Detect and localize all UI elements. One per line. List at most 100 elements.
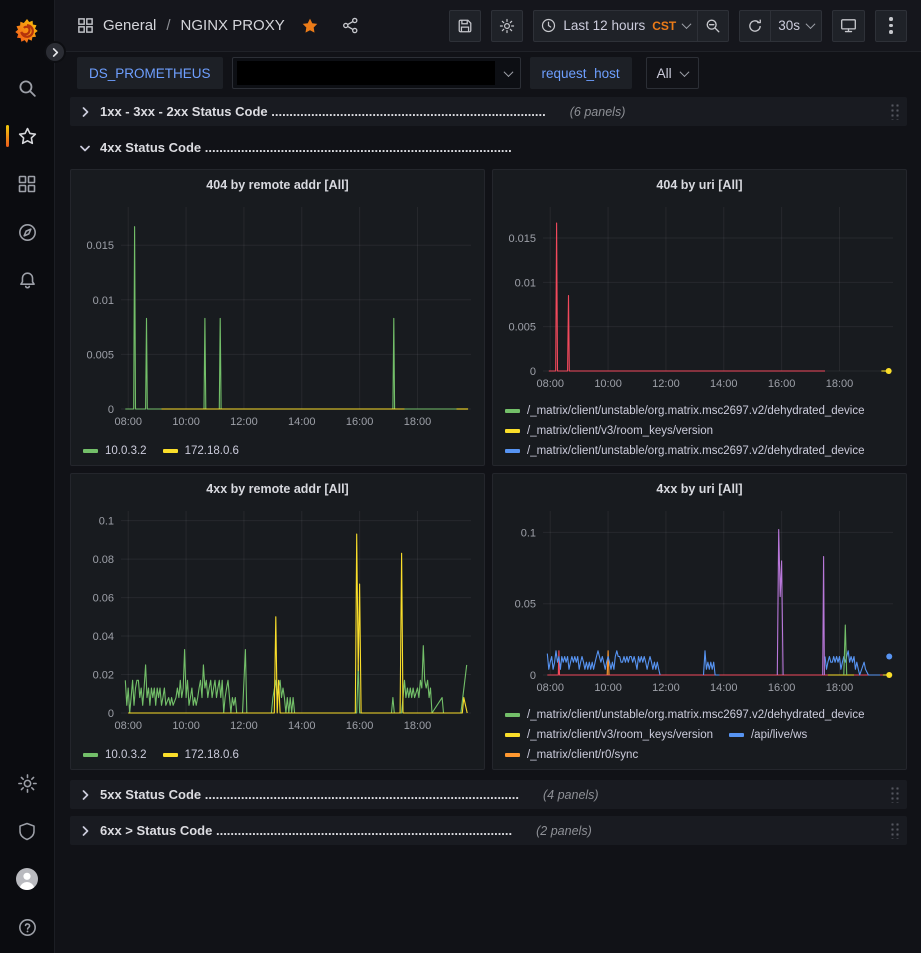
row-6xx[interactable]: 6xx > Status Code ......................…	[70, 816, 907, 845]
row-title: 1xx - 3xx - 2xx Status Code ............…	[100, 104, 546, 119]
legend-item[interactable]: /_matrix/client/v3/room_keys/version	[505, 425, 713, 437]
chevron-down-icon	[682, 19, 692, 29]
svg-text:0.08: 0.08	[93, 554, 114, 566]
legend-item[interactable]: /_matrix/client/unstable/org.matrix.msc2…	[505, 405, 865, 417]
more-options-button[interactable]	[875, 10, 907, 42]
svg-text:0: 0	[108, 708, 114, 720]
sidebar-item-help[interactable]	[0, 903, 55, 951]
legend-item[interactable]: 10.0.3.2	[83, 749, 147, 761]
sidebar-item-profile[interactable]	[0, 855, 55, 903]
svg-text:0.015: 0.015	[86, 240, 114, 252]
chevron-down-icon	[679, 67, 689, 77]
legend-item[interactable]: /api/live/ws	[729, 729, 807, 741]
sidebar-item-explore[interactable]	[0, 208, 55, 256]
row-drag-handle[interactable]	[890, 103, 900, 120]
svg-text:0.015: 0.015	[508, 233, 536, 245]
sidebar-item-dashboards[interactable]	[0, 160, 55, 208]
dashboard-settings-button[interactable]	[491, 10, 523, 42]
star-icon	[17, 126, 38, 147]
legend-row: /_matrix/client/unstable/org.matrix.msc2…	[505, 401, 902, 421]
favorite-star-button[interactable]	[301, 17, 319, 35]
sidebar-item-starred[interactable]	[0, 112, 55, 160]
panel-title[interactable]: 4xx by uri [All]	[493, 474, 906, 499]
sidebar-item-server-admin[interactable]	[0, 807, 55, 855]
refresh-button[interactable]	[739, 10, 771, 42]
svg-text:18:00: 18:00	[404, 720, 432, 732]
legend-item[interactable]: 10.0.3.2	[83, 445, 147, 457]
svg-text:0.06: 0.06	[93, 593, 114, 605]
timeseries-chart[interactable]: 08:0010:0012:0014:0016:0018:0000.050.1	[499, 499, 902, 702]
chart-legend: 10.0.3.2 172.18.0.6	[71, 436, 484, 462]
grafana-app: General / NGINX PROXY	[0, 0, 921, 953]
time-range-label: Last 12 hours	[563, 18, 645, 33]
row-1xx-3xx-2xx[interactable]: 1xx - 3xx - 2xx Status Code ............…	[70, 97, 907, 126]
row-drag-handle[interactable]	[890, 786, 900, 803]
legend-item[interactable]: /_matrix/client/v3/room_keys/version	[505, 729, 713, 741]
row-5xx[interactable]: 5xx Status Code ........................…	[70, 780, 907, 809]
variable-label-request-host[interactable]: request_host	[530, 57, 632, 89]
legend-series-swatch	[505, 753, 520, 757]
legend-item[interactable]: 172.18.0.6	[163, 749, 239, 761]
svg-text:0.02: 0.02	[93, 670, 114, 682]
variable-select-request-host[interactable]: All	[646, 57, 699, 89]
legend-series-swatch	[505, 449, 520, 453]
svg-text:0.005: 0.005	[86, 349, 114, 361]
legend-row: /_matrix/client/unstable/org.matrix.msc2…	[505, 765, 902, 769]
legend-item[interactable]: 172.18.0.6	[163, 445, 239, 457]
timeseries-chart[interactable]: 08:0010:0012:0014:0016:0018:0000.020.040…	[77, 499, 480, 740]
timeseries-chart[interactable]: 08:0010:0012:0014:0016:0018:0000.0050.01…	[77, 195, 480, 436]
zoom-out-time-button[interactable]	[697, 10, 729, 42]
sidebar-item-alerting[interactable]	[0, 256, 55, 304]
svg-text:10:00: 10:00	[594, 682, 622, 694]
panel-title[interactable]: 404 by remote addr [All]	[71, 170, 484, 195]
svg-text:12:00: 12:00	[652, 378, 680, 390]
breadcrumb-section[interactable]: General	[103, 17, 156, 34]
share-button[interactable]	[342, 17, 359, 34]
timezone-label: CST	[652, 19, 676, 33]
legend-series-label: /_matrix/client/v3/room_keys/version	[527, 425, 713, 437]
refresh-interval-picker[interactable]: 30s	[770, 10, 822, 42]
legend-row: /_matrix/client/v3/room_keys/version/sw.…	[505, 461, 902, 465]
sidebar-item-settings[interactable]	[0, 759, 55, 807]
chevron-down-icon	[78, 143, 92, 153]
svg-text:16:00: 16:00	[346, 416, 374, 428]
monitor-icon	[840, 17, 857, 34]
time-range-picker[interactable]: Last 12 hours CST	[533, 10, 698, 42]
svg-text:14:00: 14:00	[710, 378, 738, 390]
row-4xx[interactable]: 4xx Status Code ........................…	[70, 133, 907, 162]
legend-row: /_matrix/client/v3/room_keys/version	[505, 421, 902, 441]
svg-text:16:00: 16:00	[768, 682, 796, 694]
cycle-view-mode-button[interactable]	[832, 10, 865, 42]
legend-row: /_matrix/client/unstable/org.matrix.msc2…	[505, 441, 902, 461]
save-dashboard-button[interactable]	[449, 10, 481, 42]
sidebar-expand-button[interactable]	[44, 41, 66, 63]
legend-series-swatch	[729, 733, 744, 737]
svg-text:08:00: 08:00	[536, 378, 564, 390]
legend-series-label: 10.0.3.2	[105, 749, 147, 761]
panel-title[interactable]: 404 by uri [All]	[493, 170, 906, 195]
save-icon	[457, 18, 473, 34]
explore-compass-icon	[17, 222, 38, 243]
legend-item[interactable]: /_matrix/client/r0/sync	[505, 749, 638, 761]
svg-text:10:00: 10:00	[172, 416, 200, 428]
favorite-star-icon	[301, 17, 319, 35]
svg-text:0: 0	[530, 366, 536, 378]
variable-label-ds-prometheus[interactable]: DS_PROMETHEUS	[77, 57, 223, 89]
legend-item[interactable]: /_matrix/client/unstable/org.matrix.msc2…	[505, 445, 865, 457]
legend-series-swatch	[163, 449, 178, 453]
legend-item[interactable]: /_matrix/client/unstable/org.matrix.msc2…	[505, 709, 865, 721]
panel-title[interactable]: 4xx by remote addr [All]	[71, 474, 484, 499]
svg-text:0.01: 0.01	[93, 295, 114, 307]
variable-select-ds-prometheus[interactable]	[232, 57, 521, 89]
legend-row: 10.0.3.2 172.18.0.6	[83, 439, 480, 462]
help-icon	[17, 917, 38, 938]
legend-row: 10.0.3.2 172.18.0.6	[83, 743, 480, 766]
svg-text:14:00: 14:00	[288, 720, 316, 732]
timeseries-chart[interactable]: 08:0010:0012:0014:0016:0018:0000.0050.01…	[499, 195, 902, 398]
chevron-right-icon	[78, 107, 92, 117]
dashboard-title[interactable]: NGINX PROXY	[181, 17, 285, 34]
svg-text:0.1: 0.1	[99, 516, 114, 528]
sidebar-item-search[interactable]	[0, 64, 55, 112]
legend-series-swatch	[83, 449, 98, 453]
row-drag-handle[interactable]	[890, 822, 900, 839]
